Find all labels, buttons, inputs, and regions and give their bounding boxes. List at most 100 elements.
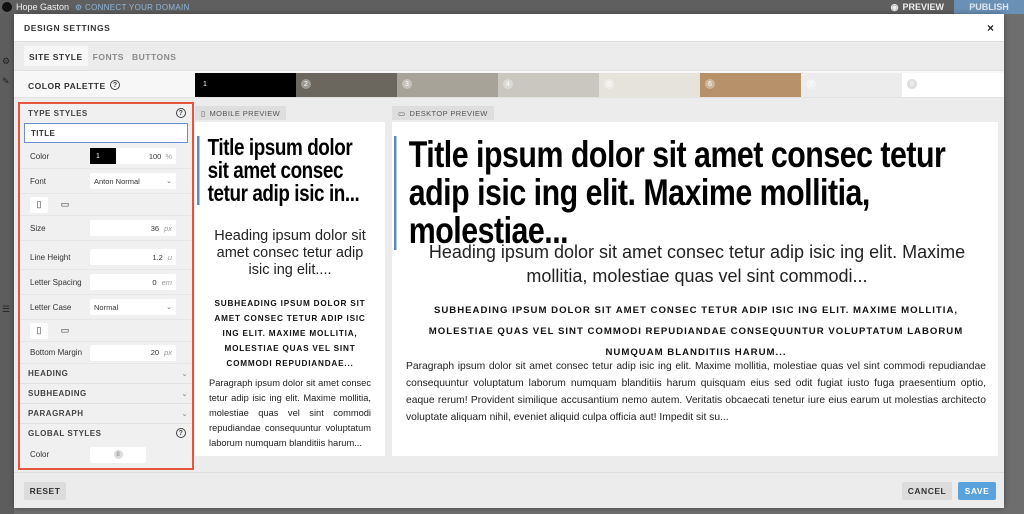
mobile-toggle-icon[interactable]: ▯	[30, 196, 48, 213]
letter-case-select[interactable]: Normal ⌄	[90, 299, 176, 315]
chevron-down-icon: ⌄	[181, 410, 188, 418]
mobile-toggle-icon[interactable]: ▯	[30, 322, 48, 339]
line-height-label: Line Height	[30, 252, 71, 262]
chevron-down-icon: ⌄	[181, 390, 188, 398]
type-styles-heading: TYPE STYLES ?	[20, 104, 192, 122]
help-icon[interactable]: ?	[110, 80, 120, 90]
modal-header: DESIGN SETTINGS ×	[14, 14, 1004, 42]
font-row: Font Anton Normal ⌄	[20, 169, 192, 194]
letter-spacing-value: 0	[152, 277, 157, 287]
mobile-preview-title: Title ipsum dolor sit amet consec tetur …	[197, 136, 366, 205]
mobile-preview-heading: Heading ipsum dolor sit amet consec tetu…	[214, 228, 366, 278]
palette-swatch-2[interactable]: 2	[296, 73, 397, 97]
monitor-icon: ▭	[398, 108, 406, 118]
settings-tabs: SITE STYLE FONTS BUTTONS	[24, 46, 181, 66]
app-topbar: Hope Gaston ⚙ CONNECT YOUR DOMAIN ◉ PREV…	[0, 0, 1024, 14]
app-logo	[2, 2, 12, 12]
color-picker[interactable]: 1 100 %	[90, 148, 176, 164]
connect-domain-link[interactable]: ⚙ CONNECT YOUR DOMAIN	[75, 3, 190, 12]
line-height-unit: u	[167, 252, 172, 262]
desktop-toggle-icon[interactable]: ▭	[56, 323, 74, 339]
tab-fonts[interactable]: FONTS	[90, 46, 127, 66]
color-chip[interactable]: 1	[90, 148, 116, 164]
letter-spacing-label: Letter Spacing	[30, 277, 82, 287]
type-styles-label: TYPE STYLES	[28, 108, 88, 118]
paragraph-style-collapse[interactable]: PARAGRAPH ⌄	[20, 404, 192, 424]
chevron-down-icon: ⌄	[166, 178, 172, 185]
chevron-down-icon: ⌄	[181, 370, 188, 378]
swatch-number: 2	[301, 79, 311, 89]
modal-title: DESIGN SETTINGS	[24, 22, 111, 33]
font-value: Anton Normal	[94, 176, 140, 186]
color-palette-label: COLOR PALETTE	[28, 81, 106, 91]
swatch-number: 6	[705, 79, 715, 89]
palette-swatch-5[interactable]: 5	[599, 73, 700, 97]
swatch-number: 4	[503, 79, 513, 89]
eye-icon: ◉	[890, 1, 899, 12]
tab-buttons[interactable]: BUTTONS	[129, 46, 179, 66]
publish-button[interactable]: PUBLISH	[954, 0, 1024, 14]
line-height-row: Line Height 1.2 u	[20, 245, 192, 270]
letter-spacing-input[interactable]: 0 em	[90, 274, 176, 290]
color-label: Color	[30, 151, 50, 161]
swatch-number: 5	[604, 79, 614, 89]
bottom-margin-label: Bottom Margin	[30, 348, 83, 357]
palette-swatch-4[interactable]: 4	[498, 73, 599, 97]
desktop-preview-paragraph: Paragraph ipsum dolor sit amet consec te…	[406, 361, 986, 423]
desktop-preview-tab: ▭ DESKTOP PREVIEW	[392, 106, 494, 120]
palette-swatch-7[interactable]: 7	[801, 73, 902, 97]
bottom-margin-value: 20	[150, 348, 160, 357]
global-color-swatch: 8	[113, 450, 123, 459]
swatch-number: 8	[907, 79, 917, 89]
device-toggle-row: ▯ ▭	[20, 320, 192, 342]
size-label: Size	[30, 223, 46, 233]
list-icon[interactable]: ☰	[2, 304, 10, 315]
subheading-style-collapse[interactable]: SUBHEADING ⌄	[20, 384, 192, 404]
palette-swatch-6[interactable]: 6	[700, 73, 801, 97]
global-styles-heading: GLOBAL STYLES ?	[20, 424, 192, 442]
modal-footer: RESET CANCEL SAVE	[14, 472, 1004, 508]
help-icon[interactable]: ?	[176, 108, 186, 118]
palette-swatch-1[interactable]: 1	[195, 73, 296, 97]
preview-button[interactable]: ◉ PREVIEW	[891, 0, 944, 14]
preview-label: PREVIEW	[902, 2, 944, 12]
global-color-picker[interactable]: 8	[90, 446, 146, 463]
device-toggle-row: ▯ ▭	[20, 194, 192, 216]
close-icon[interactable]: ×	[987, 21, 994, 35]
line-height-input[interactable]: 1.2 u	[90, 249, 176, 265]
desktop-preview-label: DESKTOP PREVIEW	[409, 108, 488, 118]
font-select[interactable]: Anton Normal ⌄	[90, 173, 176, 189]
help-icon[interactable]: ?	[176, 428, 186, 438]
mobile-preview-tab: ▯ MOBILE PREVIEW	[195, 106, 287, 120]
mobile-preview-pane: Title ipsum dolor sit amet consec tetur …	[195, 122, 385, 456]
reset-button[interactable]: RESET	[24, 482, 66, 500]
size-unit: px	[164, 223, 172, 233]
palette-swatch-3[interactable]: 3	[397, 73, 498, 97]
palette-swatches: 1 2 3 4 5 6 7 8	[195, 73, 1003, 97]
publish-label: PUBLISH	[969, 2, 1009, 12]
font-label: Font	[30, 176, 47, 186]
bottom-margin-unit: px	[164, 348, 172, 357]
desktop-toggle-icon[interactable]: ▭	[56, 197, 74, 213]
palette-swatch-8[interactable]: 8	[902, 73, 1003, 97]
letter-case-row: Letter Case Normal ⌄	[20, 295, 192, 320]
bottom-margin-input[interactable]: 20 px	[90, 344, 176, 361]
global-color-label: Color	[30, 450, 50, 459]
color-row: Color 1 100 %	[20, 144, 192, 169]
tab-site-style[interactable]: SITE STYLE	[24, 46, 88, 66]
type-style-selector-title[interactable]: TITLE	[24, 123, 188, 143]
cancel-button[interactable]: CANCEL	[902, 482, 952, 500]
opacity-value[interactable]: 100	[149, 152, 162, 161]
letter-case-label: Letter Case	[30, 302, 72, 312]
letter-spacing-unit: em	[161, 277, 172, 287]
gear-icon[interactable]: ⚙	[2, 56, 10, 67]
size-row: Size 36 px	[20, 216, 192, 241]
mobile-preview-subheading: SUBHEADING IPSUM DOLOR SIT AMET CONSEC T…	[214, 299, 366, 368]
heading-style-collapse[interactable]: HEADING ⌄	[20, 364, 192, 384]
mobile-preview-label: MOBILE PREVIEW	[209, 108, 281, 118]
size-input[interactable]: 36 px	[90, 220, 176, 236]
save-button[interactable]: SAVE	[958, 482, 996, 500]
swatch-number: 3	[402, 79, 412, 89]
desktop-preview-title: Title ipsum dolor sit amet consec tetur …	[394, 136, 976, 250]
pen-icon[interactable]: ✎	[2, 76, 10, 87]
